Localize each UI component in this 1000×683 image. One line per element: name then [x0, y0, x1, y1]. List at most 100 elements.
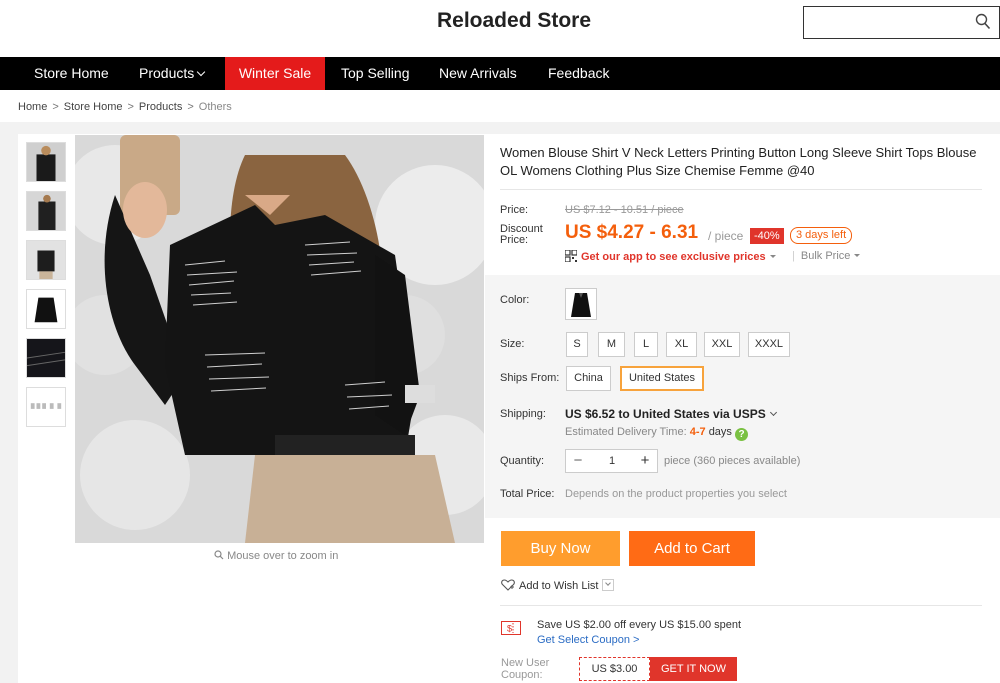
- original-price: US $7.12 - 10.51 / piece: [565, 204, 684, 216]
- properties-panel: [485, 275, 1000, 518]
- ships-from-label: Ships From:: [500, 372, 560, 384]
- breadcrumb-separator: >: [127, 101, 134, 113]
- thumbnail-list: [26, 142, 68, 436]
- delivery-time: Estimated Delivery Time: 4-7 days ?: [565, 426, 748, 441]
- search-icon[interactable]: [975, 13, 991, 31]
- wish-list-label: Add to Wish List: [519, 580, 599, 592]
- days-left-badge: 3 days left: [790, 227, 853, 244]
- qr-code-icon: [565, 250, 577, 262]
- breadcrumb-separator: >: [187, 101, 194, 113]
- store-header: Reloaded Store: [0, 0, 1000, 57]
- breadcrumb-home[interactable]: Home: [18, 101, 47, 113]
- nav-label: New Arrivals: [439, 65, 517, 81]
- minus-icon[interactable]: −: [568, 450, 588, 472]
- delivery-unit: days: [708, 426, 732, 438]
- add-to-cart-button[interactable]: Add to Cart: [629, 531, 755, 566]
- divider: [500, 605, 982, 606]
- size-option-l[interactable]: L: [634, 332, 658, 357]
- search-box[interactable]: [803, 6, 1000, 39]
- shipping-cost-text: US $6.52 to United States via USPS: [565, 407, 766, 421]
- nav-feedback[interactable]: Feedback: [548, 57, 609, 90]
- nav-winter-sale[interactable]: Winter Sale: [225, 57, 325, 90]
- main-product-image[interactable]: [75, 135, 484, 543]
- caret-down-icon: [769, 255, 776, 258]
- nav-label: Products: [139, 65, 195, 81]
- app-promo-link[interactable]: Get our app to see exclusive prices: [565, 250, 776, 263]
- product-thumbnail[interactable]: [26, 387, 66, 427]
- store-name[interactable]: Reloaded Store: [437, 9, 591, 33]
- bulk-price-label: Bulk Price: [800, 250, 851, 262]
- product-thumbnail[interactable]: [26, 240, 66, 280]
- product-thumbnail[interactable]: [26, 289, 66, 329]
- help-icon[interactable]: ?: [735, 428, 748, 441]
- get-it-now-button[interactable]: GET IT NOW: [650, 657, 737, 681]
- add-to-wish-list[interactable]: Add to Wish List: [501, 579, 615, 592]
- size-option-xl[interactable]: XL: [666, 332, 697, 357]
- ships-from-china[interactable]: China: [566, 366, 611, 391]
- discount-label: Discount Price:: [500, 223, 543, 246]
- breadcrumb-store-home[interactable]: Store Home: [64, 101, 123, 113]
- product-title: Women Blouse Shirt V Neck Letters Printi…: [500, 145, 977, 178]
- nav-store-home[interactable]: Store Home: [34, 57, 109, 90]
- size-option-m[interactable]: M: [598, 332, 625, 357]
- price-unit: / piece: [708, 229, 744, 243]
- zoom-hint-text: Mouse over to zoom in: [227, 550, 339, 562]
- quantity-label: Quantity:: [500, 455, 545, 467]
- shipping-label: Shipping:: [500, 408, 546, 420]
- nav-label: Top Selling: [341, 65, 410, 81]
- nav-top-selling[interactable]: Top Selling: [341, 57, 410, 90]
- size-label: Size:: [500, 338, 525, 350]
- breadcrumb-products[interactable]: Products: [139, 101, 182, 113]
- breadcrumb: Home > Store Home > Products > Others: [18, 101, 232, 113]
- heart-icon: [501, 579, 515, 591]
- total-price-hint: Depends on the product properties you se…: [565, 488, 787, 500]
- breadcrumb-separator: >: [52, 101, 59, 113]
- nav-new-arrivals[interactable]: New Arrivals: [439, 57, 517, 90]
- plus-icon[interactable]: +: [635, 450, 655, 472]
- buy-now-button[interactable]: Buy Now: [501, 531, 620, 566]
- new-user-coupon-amount: US $3.00: [579, 657, 650, 681]
- nav-label: Feedback: [548, 65, 610, 81]
- product-thumbnail[interactable]: [26, 191, 66, 231]
- product-thumbnail[interactable]: [26, 142, 66, 182]
- new-user-coupon-label: New User Coupon:: [501, 657, 550, 681]
- color-label: Color:: [500, 294, 530, 306]
- color-option-black[interactable]: [565, 288, 597, 320]
- chevron-down-icon: [197, 67, 206, 77]
- delivery-days: 4-7: [689, 426, 706, 438]
- divider: [500, 189, 982, 190]
- total-price-label: Total Price:: [500, 488, 555, 500]
- search-input[interactable]: [810, 7, 970, 37]
- discount-price: US $4.27 - 6.31: [565, 222, 699, 243]
- shipping-cost-dropdown[interactable]: US $6.52 to United States via USPS: [565, 407, 777, 421]
- get-coupon-link[interactable]: Get Select Coupon >: [537, 634, 639, 646]
- nav-label: Store Home: [34, 65, 109, 81]
- store-navbar: Store Home Products Winter Sale Top Sell…: [0, 57, 1000, 90]
- size-option-s[interactable]: S: [566, 332, 588, 357]
- product-thumbnail[interactable]: [26, 338, 66, 378]
- wish-list-dropdown-icon[interactable]: [602, 579, 615, 591]
- product-details: Women Blouse Shirt V Neck Letters Printi…: [485, 135, 1000, 683]
- quantity-stepper: − 1 +: [565, 449, 658, 473]
- breadcrumb-others[interactable]: Others: [199, 101, 232, 113]
- chevron-down-icon: [769, 408, 777, 417]
- ships-from-united-states[interactable]: United States: [620, 366, 704, 391]
- caret-down-icon: [854, 254, 861, 257]
- discount-badge: -40%: [750, 228, 784, 244]
- product-photo: [75, 135, 484, 543]
- price-label: Price:: [500, 204, 529, 216]
- nav-products[interactable]: Products: [139, 57, 206, 90]
- quantity-input[interactable]: 1: [594, 450, 630, 472]
- bulk-price-dropdown[interactable]: | Bulk Price: [792, 250, 861, 262]
- app-promo-text: Get our app to see exclusive prices: [581, 251, 766, 263]
- zoom-hint: Mouse over to zoom in: [214, 550, 338, 562]
- nav-label: Winter Sale: [238, 65, 312, 81]
- quantity-available: piece (360 pieces available): [664, 455, 801, 467]
- store-coupon-text: Save US $2.00 off every US $15.00 spent: [537, 619, 742, 631]
- size-option-xxl[interactable]: XXL: [704, 332, 740, 357]
- delivery-label: Estimated Delivery Time:: [565, 426, 687, 438]
- magnifier-icon: [214, 550, 224, 560]
- svg-text:$: $: [507, 624, 512, 634]
- size-option-xxxl[interactable]: XXXL: [748, 332, 790, 357]
- coupon-icon: $: [501, 621, 521, 635]
